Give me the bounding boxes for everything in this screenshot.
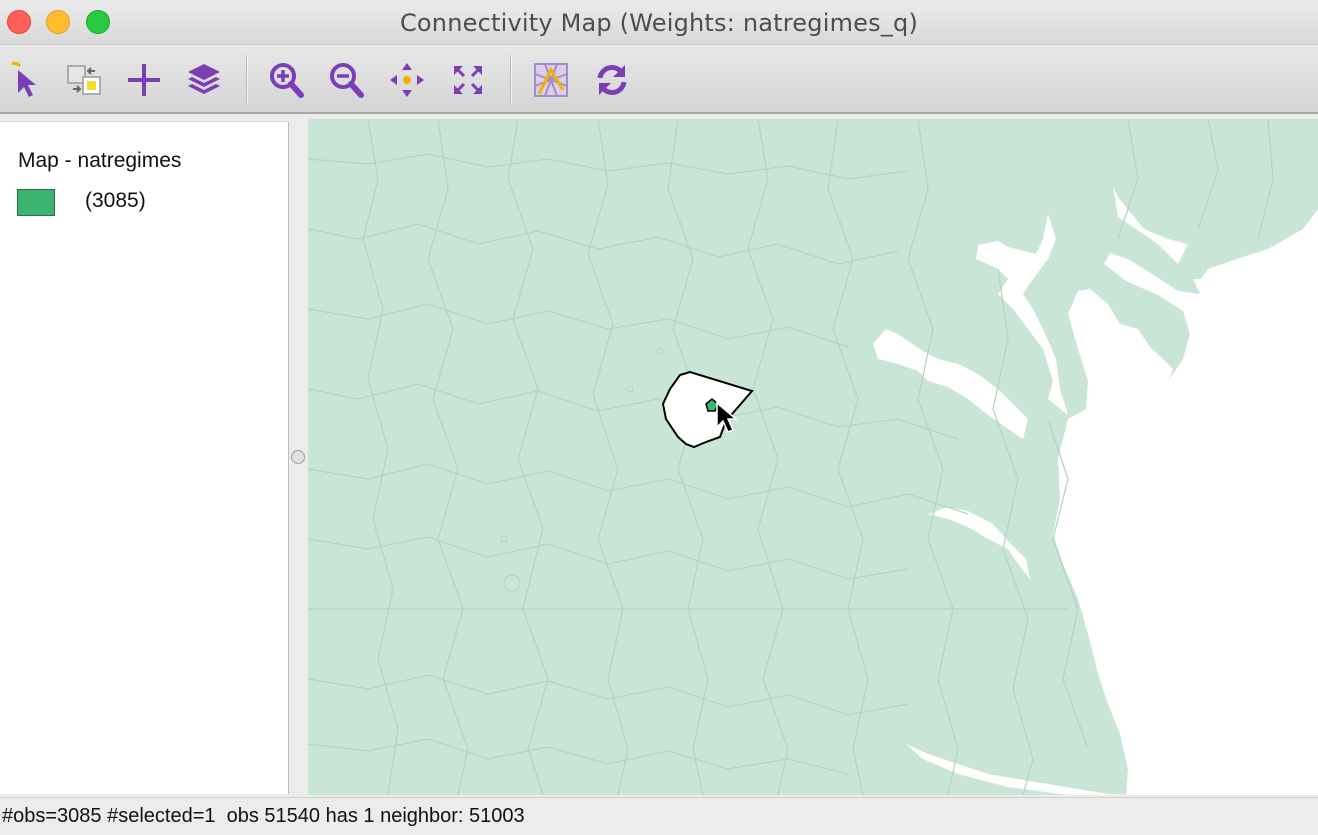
map-toolbar	[0, 44, 1318, 114]
pan-icon[interactable]	[387, 60, 427, 100]
toolbar-separator	[510, 55, 512, 105]
status-bar: #obs=3085 #selected=1 obs 51540 has 1 ne…	[0, 797, 1318, 835]
toolbar-separator	[246, 55, 248, 105]
legend-category-count: (3085)	[85, 189, 146, 212]
county-map[interactable]	[307, 118, 1318, 796]
legend-swatch[interactable]	[17, 189, 55, 216]
plus-icon[interactable]	[124, 60, 164, 100]
zoom-in-icon[interactable]	[266, 60, 306, 100]
legend-panel: Map - natregimes (3085)	[0, 121, 289, 794]
basemap-icon[interactable]	[531, 60, 571, 100]
map-canvas[interactable]	[307, 118, 1318, 796]
full-extent-icon[interactable]	[448, 60, 488, 100]
layers-icon[interactable]	[184, 60, 224, 100]
zoom-out-icon[interactable]	[326, 60, 366, 100]
legend-title: Map - natregimes	[18, 149, 182, 172]
selection-mode-icon[interactable]	[64, 60, 104, 100]
status-text: #obs=3085 #selected=1 obs 51540 has 1 ne…	[2, 805, 525, 827]
title-bar: Connectivity Map (Weights: natregimes_q)	[0, 0, 1318, 44]
select-pointer-icon[interactable]	[6, 60, 46, 100]
panel-resize-handle[interactable]	[291, 450, 305, 464]
refresh-icon[interactable]	[592, 60, 632, 100]
window-title: Connectivity Map (Weights: natregimes_q)	[399, 9, 919, 37]
